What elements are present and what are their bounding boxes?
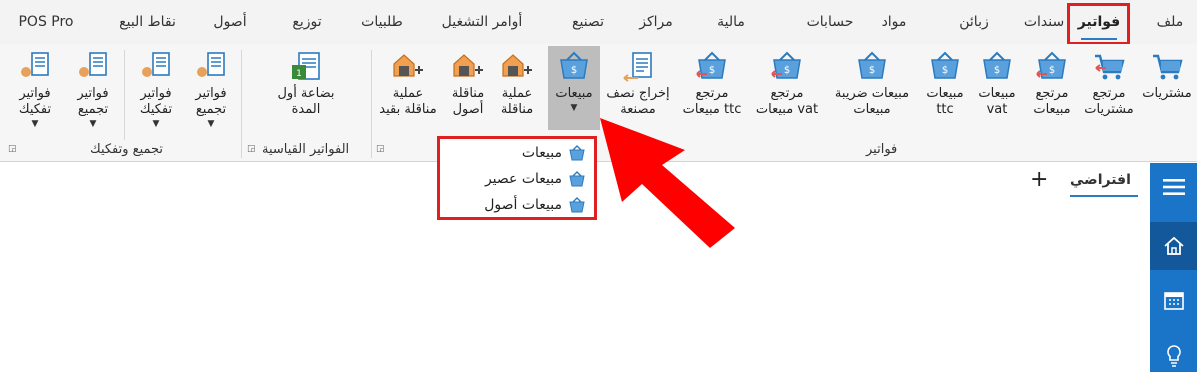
svg-text:$: $ [869,65,875,76]
dropdown-item-juice-sales[interactable]: مبيعات عصير [440,167,590,191]
menu-bar: ملف فواتير سندات زبائن مواد حسابات مالية… [0,0,1197,44]
disassembly-invoices-button-1[interactable]: فواتير تفكيك ▼ [130,46,182,138]
ideas-button[interactable] [1150,332,1197,372]
sales-dropdown-menu: مبيعات مبيعات عصير مبيعات أصول [437,136,597,220]
sales-return-button[interactable]: $ مرتجع مبيعات [1024,46,1080,138]
invoice-disassembly-icon [21,52,49,77]
svg-text:$: $ [784,65,790,76]
calendar-button[interactable] [1150,276,1197,324]
transfer-assets-button[interactable]: مناقلة أصول [444,46,492,138]
lightbulb-icon [1166,345,1181,367]
side-navigation [1150,163,1197,372]
basket-icon [569,171,585,187]
tab-manufacture[interactable]: تصنيع [563,10,613,34]
assembly-invoices-button-1[interactable]: فواتير تجميع ▼ [184,46,238,138]
cart-icon [1153,54,1183,80]
basket-return-icon: $ [696,51,726,79]
document-export-icon [623,52,652,82]
tab-requests[interactable]: طلبيات [352,10,412,34]
purchase-return-button[interactable]: مرتجع مشتريات [1080,46,1138,138]
chevron-down-icon: ▼ [152,119,160,129]
group-separator [124,50,125,140]
group-label-assembly: تجميع وتفكيك [90,142,164,157]
hamburger-icon [1162,179,1185,195]
transfer-entry-button[interactable]: عملية مناقلة بقيد [374,46,442,138]
purchases-button[interactable]: مشتريات [1138,46,1196,138]
tab-finance[interactable]: مالية [707,10,755,34]
disassembly-invoices-button-2[interactable]: فواتير تفكيك ▼ [8,46,62,138]
basket-icon [569,145,585,161]
active-tab-underline [1070,195,1138,197]
invoices-tab-highlight [1067,3,1130,45]
basket-icon: $ [560,51,588,79]
menu-button[interactable] [1150,163,1197,211]
first-period-button[interactable]: 1 بضاعة أول المدة [268,46,344,138]
group-label-invoices: فواتير [866,142,898,157]
svg-text:$: $ [942,65,948,76]
warehouse-transfer-icon [393,54,423,77]
group-label-standard: الفواتير القياسية [262,142,350,157]
tab-pos-pro[interactable]: POS Pro [14,10,78,34]
svg-text:1: 1 [296,69,302,79]
svg-text:$: $ [994,65,1000,76]
basket-return-icon: $ [771,51,801,79]
home-button[interactable] [1150,222,1197,270]
pointer-arrow [600,118,735,248]
invoice-assembly-icon [197,52,225,77]
basket-icon: $ [931,51,959,79]
tab-bonds[interactable]: سندات [1020,10,1068,34]
tab-default[interactable]: افتراضي [1070,172,1131,188]
tab-centers[interactable]: مراكز [632,10,680,34]
dropdown-item-asset-sales[interactable]: مبيعات أصول [440,193,590,217]
dialog-launcher-icon[interactable]: ◲ [8,144,18,154]
sales-vat-button[interactable]: $ مبيعات vat [972,46,1022,138]
invoice-assembly-icon [79,52,107,77]
chevron-down-icon: ▼ [31,119,39,129]
warehouse-transfer-icon [502,54,532,77]
tab-pos[interactable]: نقاط البيع [110,10,185,34]
tab-file[interactable]: ملف [1152,10,1188,34]
add-tab-button[interactable]: + [1030,168,1048,192]
calendar-icon [1163,292,1184,310]
return-vat-button[interactable]: $ مرتجع مبيعات vat [750,46,824,138]
tab-assets[interactable]: أصول [205,10,255,34]
invoice-disassembly-icon [142,52,170,77]
tab-operation-orders[interactable]: أوامر التشغيل [427,10,537,34]
tab-materials[interactable]: مواد [870,10,918,34]
basket-icon: $ [858,51,886,79]
group-separator [371,50,372,158]
tab-customers[interactable]: زبائن [950,10,998,34]
warehouse-transfer-icon [453,54,483,77]
chevron-down-icon: ▼ [207,119,215,129]
basket-icon: $ [983,51,1011,79]
assembly-invoices-button-2[interactable]: فواتير تجميع ▼ [66,46,120,138]
tax-sales-button[interactable]: $ مبيعات ضريبة مبيعات [826,46,918,138]
home-icon [1163,236,1184,255]
tab-distribution[interactable]: توزيع [282,10,332,34]
basket-icon [569,197,585,213]
svg-text:$: $ [709,65,715,76]
calendar-checklist-icon: 1 [292,52,320,80]
dialog-launcher-icon[interactable]: ◲ [247,144,257,154]
sales-ttc-button[interactable]: $ مبيعات ttc [920,46,970,138]
svg-text:$: $ [1049,65,1055,76]
svg-text:$: $ [571,65,577,76]
tab-accounts[interactable]: حسابات [800,10,860,34]
transfer-op-button[interactable]: عملية مناقلة [494,46,540,138]
chevron-down-icon: ▼ [89,119,97,129]
cart-return-icon [1095,54,1125,80]
dropdown-item-sales[interactable]: مبيعات [440,141,590,165]
dialog-launcher-icon[interactable]: ◲ [376,144,386,154]
group-separator [241,50,242,158]
basket-return-icon: $ [1036,51,1066,79]
